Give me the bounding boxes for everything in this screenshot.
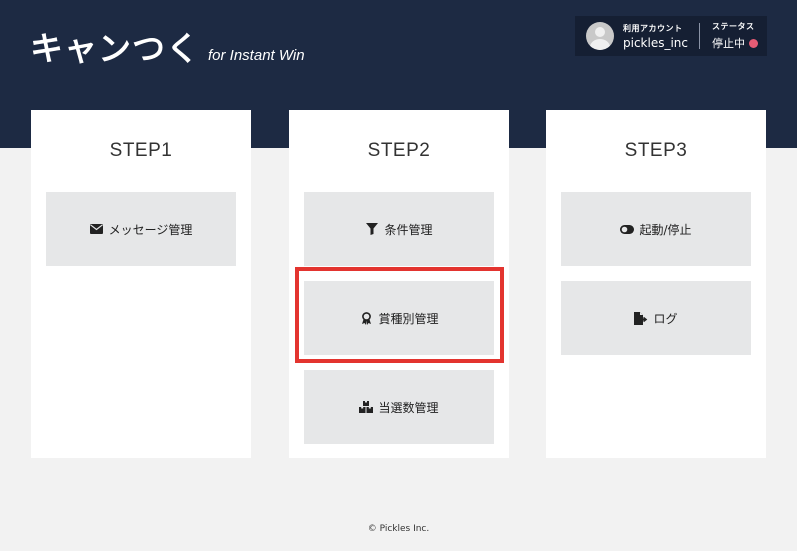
status-text: 停止中 bbox=[712, 37, 746, 50]
step1-card: STEP1 メッセージ管理 bbox=[31, 110, 251, 458]
start-stop-button[interactable]: 起動/停止 bbox=[561, 192, 751, 266]
boxes-icon bbox=[359, 400, 374, 414]
message-management-button[interactable]: メッセージ管理 bbox=[46, 192, 236, 266]
status-info: ステータス 停止中 bbox=[712, 21, 759, 51]
account-name: pickles_inc bbox=[623, 35, 689, 50]
footer-copyright: © Pickles Inc. bbox=[367, 524, 430, 534]
step1-title: STEP1 bbox=[109, 140, 173, 161]
status-label: ステータス bbox=[712, 22, 755, 31]
start-stop-label: 起動/停止 bbox=[639, 222, 692, 237]
log-button[interactable]: ログ bbox=[561, 281, 751, 355]
winner-count-management-label: 当選数管理 bbox=[378, 400, 439, 415]
log-label: ログ bbox=[653, 311, 678, 326]
avatar[interactable] bbox=[586, 22, 614, 50]
status-value: 停止中 bbox=[712, 35, 759, 51]
account-info: 利用アカウント pickles_inc bbox=[623, 23, 688, 50]
message-management-label: メッセージ管理 bbox=[108, 222, 193, 237]
winner-count-management-button[interactable]: 当選数管理 bbox=[304, 370, 494, 444]
filter-icon bbox=[365, 222, 379, 236]
brand-title: キャンつく bbox=[30, 29, 200, 68]
account-status-panel: 利用アカウント pickles_inc ステータス 停止中 bbox=[575, 16, 767, 56]
brand-subtitle: for Instant Win bbox=[208, 47, 305, 64]
envelope-icon bbox=[90, 222, 104, 236]
toggle-icon bbox=[620, 222, 635, 236]
account-label: 利用アカウント bbox=[623, 23, 683, 33]
step3-card: STEP3 起動/停止 ログ bbox=[546, 110, 766, 458]
status-dot-icon bbox=[749, 38, 759, 48]
divider bbox=[699, 23, 701, 49]
brand-logo: キャンつく for Instant Win bbox=[30, 22, 305, 70]
condition-management-button[interactable]: 条件管理 bbox=[304, 192, 494, 266]
step2-title: STEP2 bbox=[367, 140, 431, 161]
step3-title: STEP3 bbox=[624, 140, 688, 161]
file-export-icon bbox=[634, 311, 648, 325]
page: キャンつく for Instant Win 利用アカウント pickles_in… bbox=[0, 0, 797, 551]
highlight-box bbox=[295, 267, 504, 363]
condition-management-label: 条件管理 bbox=[384, 222, 433, 237]
